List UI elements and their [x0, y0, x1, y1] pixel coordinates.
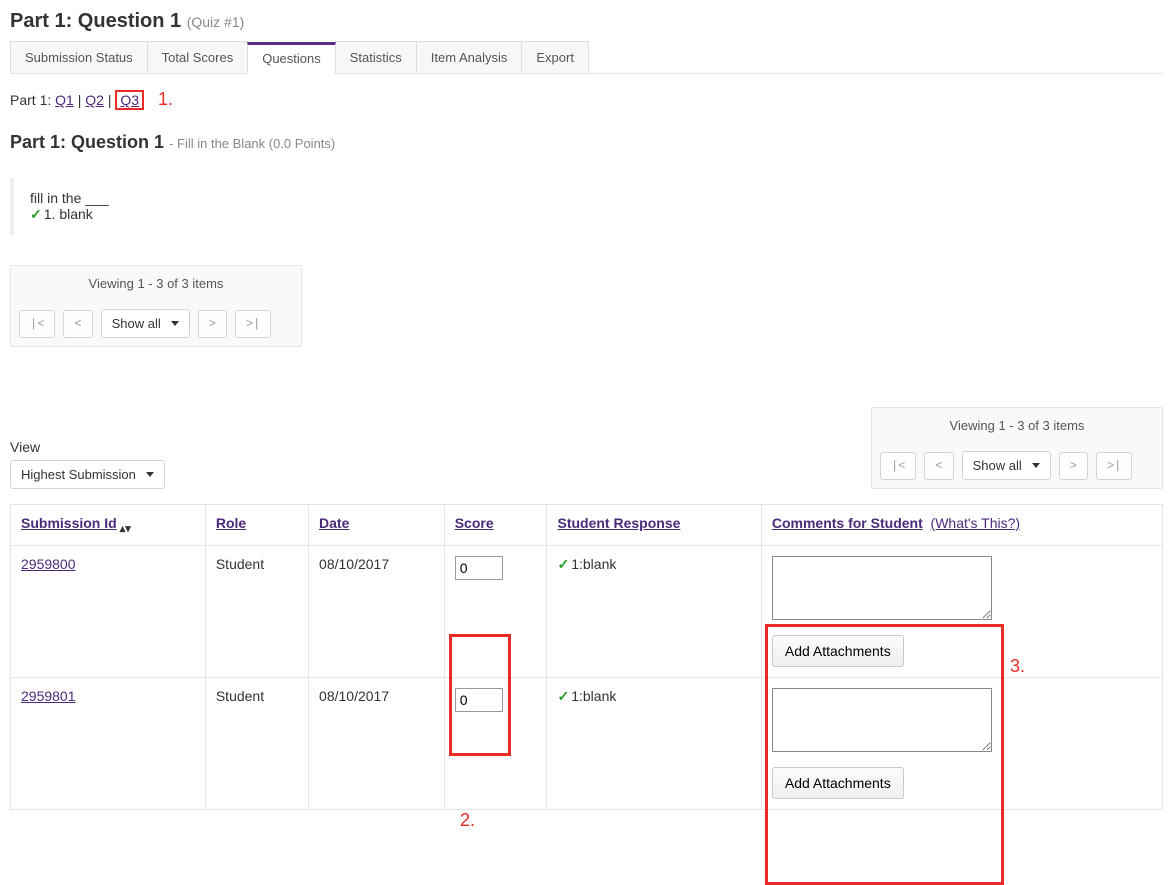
nav-q3[interactable]: Q3 — [120, 92, 139, 108]
tab-total-scores[interactable]: Total Scores — [147, 41, 249, 73]
pager-next-button-2[interactable]: > — [1059, 452, 1088, 480]
answer-text: blank — [59, 206, 92, 222]
view-label: View — [10, 439, 165, 455]
page-subtitle: (Quiz #1) — [187, 14, 245, 30]
tab-statistics[interactable]: Statistics — [335, 41, 417, 73]
th-score[interactable]: Score — [444, 505, 547, 546]
nav-sep2: | — [104, 92, 115, 108]
cell-response: ✓1:blank — [547, 677, 761, 809]
chevron-down-icon — [171, 321, 179, 326]
page-title-text: Part 1: Question 1 — [10, 10, 181, 32]
nav-sep1: | — [74, 92, 85, 108]
chevron-down-icon — [146, 472, 154, 477]
question-prompt: fill in the ___ — [30, 190, 1151, 206]
pager-last-button[interactable]: >| — [235, 310, 271, 338]
chevron-down-icon — [1032, 463, 1040, 468]
cell-date: 08/10/2017 — [309, 677, 445, 809]
cell-role: Student — [205, 677, 308, 809]
view-select[interactable]: Highest Submission — [10, 460, 165, 489]
tabs: Submission Status Total Scores Questions… — [10, 41, 1163, 74]
th-comments-label[interactable]: Comments for Student — [772, 515, 923, 531]
pager-top: Viewing 1 - 3 of 3 items |< < Show all >… — [10, 265, 302, 347]
tab-questions[interactable]: Questions — [247, 42, 336, 74]
score-input[interactable] — [455, 556, 503, 580]
question-box: fill in the ___ ✓1. blank — [10, 178, 1163, 235]
nav-q1[interactable]: Q1 — [55, 92, 74, 108]
nav-part-label: Part 1: — [10, 92, 51, 108]
table-row: 2959801 Student 08/10/2017 ✓1:blank Add … — [11, 677, 1163, 809]
table-row: 2959800 Student 08/10/2017 ✓1:blank Add … — [11, 545, 1163, 677]
pager-viewing-label: Viewing 1 - 3 of 3 items — [11, 266, 301, 301]
th-date[interactable]: Date — [309, 505, 445, 546]
submission-id-link[interactable]: 2959800 — [21, 556, 76, 572]
submission-id-link[interactable]: 2959801 — [21, 688, 76, 704]
add-attachments-button[interactable]: Add Attachments — [772, 767, 904, 799]
check-icon: ✓ — [30, 206, 42, 222]
pager-prev-button[interactable]: < — [63, 310, 92, 338]
tab-export[interactable]: Export — [521, 41, 589, 73]
pager-last-button-2[interactable]: >| — [1096, 452, 1132, 480]
add-attachments-button[interactable]: Add Attachments — [772, 635, 904, 667]
question-answer: ✓1. blank — [30, 206, 1151, 223]
question-nav: Part 1: Q1 | Q2 | Q3 1. — [10, 89, 1163, 110]
answer-num: 1. — [44, 206, 60, 222]
sort-asc-icon: ▴▾ — [117, 523, 131, 535]
results-table: Submission Id ▴▾ Role Date Score Student… — [10, 504, 1163, 810]
question-title: Part 1: Question 1 - Fill in the Blank (… — [10, 132, 1163, 153]
cell-role: Student — [205, 545, 308, 677]
pager-prev-button-2[interactable]: < — [924, 452, 953, 480]
annotation-2: 2. — [460, 810, 475, 831]
pager-show-all-label-2: Show all — [973, 458, 1022, 473]
pager-next-button[interactable]: > — [198, 310, 227, 338]
annotation-1: 1. — [158, 89, 173, 109]
pager-show-all-label: Show all — [112, 316, 161, 331]
pager-viewing-label-2: Viewing 1 - 3 of 3 items — [872, 408, 1162, 443]
comment-textarea[interactable] — [772, 688, 992, 752]
check-icon: ✓ — [557, 556, 569, 572]
tab-item-analysis[interactable]: Item Analysis — [416, 41, 523, 73]
score-input[interactable] — [455, 688, 503, 712]
th-submission-id[interactable]: Submission Id ▴▾ — [11, 505, 206, 546]
page-title: Part 1: Question 1 (Quiz #1) — [10, 10, 1163, 33]
question-title-text: Part 1: Question 1 — [10, 132, 164, 152]
cell-response: ✓1:blank — [547, 545, 761, 677]
whats-this-link[interactable]: (What's This?) — [931, 515, 1021, 531]
cell-date: 08/10/2017 — [309, 545, 445, 677]
th-role[interactable]: Role — [205, 505, 308, 546]
view-selected: Highest Submission — [21, 467, 136, 482]
annotation-3: 3. — [1010, 656, 1025, 677]
check-icon: ✓ — [557, 688, 569, 704]
pager-show-all-select-2[interactable]: Show all — [962, 451, 1051, 480]
th-student-response[interactable]: Student Response — [547, 505, 761, 546]
tab-submission-status[interactable]: Submission Status — [10, 41, 148, 73]
pager-first-button[interactable]: |< — [19, 310, 55, 338]
comment-textarea[interactable] — [772, 556, 992, 620]
nav-q2[interactable]: Q2 — [85, 92, 104, 108]
th-comments: Comments for Student (What's This?) — [761, 505, 1162, 546]
pager-right: Viewing 1 - 3 of 3 items |< < Show all >… — [871, 407, 1163, 489]
question-type-points: - Fill in the Blank (0.0 Points) — [169, 136, 335, 151]
pager-first-button-2[interactable]: |< — [880, 452, 916, 480]
pager-show-all-select[interactable]: Show all — [101, 309, 190, 338]
